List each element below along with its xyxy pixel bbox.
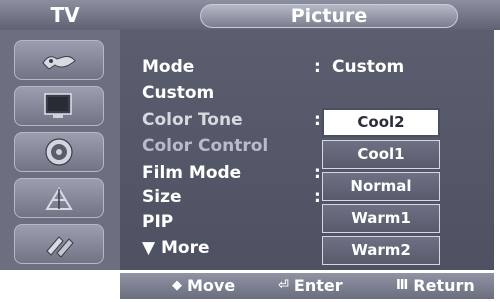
- menu-item-pip[interactable]: PIP: [142, 211, 173, 233]
- mode-colon: :: [314, 57, 321, 77]
- input-icon[interactable]: [14, 40, 104, 80]
- mode-value: Custom: [332, 57, 405, 77]
- color-tone-dropdown[interactable]: Cool2 Cool1 Normal Warm1 Warm2: [322, 108, 440, 265]
- menu-item-size[interactable]: Size: [142, 186, 182, 208]
- menu-item-custom[interactable]: Custom: [142, 82, 214, 104]
- menu-item-more[interactable]: ▼ More: [142, 237, 210, 259]
- return-label: Return: [413, 276, 475, 295]
- tv-osd-menu: TV Picture Mode: Custom Custom Color To…: [0, 0, 500, 302]
- color-tone-colon: :: [314, 110, 321, 130]
- more-label: More: [161, 238, 210, 258]
- more-arrow-icon: ▼: [142, 238, 156, 258]
- tv-label: TV: [50, 3, 80, 27]
- menu-item-film-mode[interactable]: Film Mode: [142, 162, 241, 184]
- header-bar: TV Picture: [0, 0, 500, 30]
- move-icon: ◆: [172, 278, 182, 293]
- enter-label: Enter: [293, 276, 343, 295]
- menu-item-color-control[interactable]: Color Control: [142, 135, 268, 157]
- size-colon: :: [314, 187, 321, 207]
- footer: ◆ Move ⏎ Enter Ⅲ Return: [0, 270, 500, 302]
- page-title: Picture: [200, 4, 458, 28]
- sound-icon[interactable]: [14, 132, 104, 172]
- option-warm2[interactable]: Warm2: [322, 236, 440, 265]
- option-cool1[interactable]: Cool1: [322, 140, 440, 169]
- option-warm1[interactable]: Warm1: [322, 204, 440, 233]
- move-label: Move: [187, 276, 236, 295]
- footer-enter: ⏎ Enter: [278, 273, 343, 299]
- channel-icon[interactable]: [14, 178, 104, 218]
- sidebar: [0, 30, 120, 270]
- option-normal[interactable]: Normal: [322, 172, 440, 201]
- menu-item-mode[interactable]: Mode: [142, 56, 194, 78]
- return-icon: Ⅲ: [396, 278, 409, 293]
- enter-icon: ⏎: [278, 278, 289, 293]
- footer-move: ◆ Move: [172, 273, 235, 299]
- setup-icon[interactable]: [14, 224, 104, 264]
- footer-return: Ⅲ Return: [396, 273, 475, 299]
- footer-bar: ◆ Move ⏎ Enter Ⅲ Return: [120, 273, 494, 299]
- option-cool2[interactable]: Cool2: [322, 108, 440, 137]
- film-mode-colon: :: [314, 163, 321, 183]
- picture-icon[interactable]: [14, 86, 104, 126]
- menu-item-color-tone[interactable]: Color Tone: [142, 109, 243, 131]
